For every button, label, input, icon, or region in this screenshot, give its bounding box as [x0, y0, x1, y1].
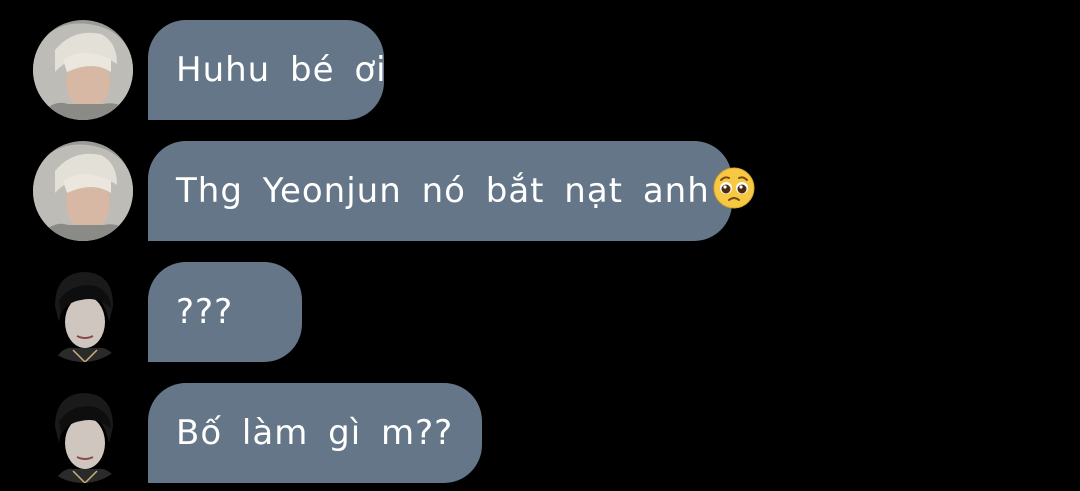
avatar[interactable] — [33, 262, 133, 362]
message-bubble[interactable]: Bố làm gì m?? — [148, 383, 482, 483]
avatar[interactable] — [33, 383, 133, 483]
message-row: Huhu bé ơi — [0, 20, 1080, 120]
message-bubble[interactable]: ??? — [148, 262, 302, 362]
avatar-dark-hair-image — [33, 383, 133, 483]
message-text: Thg Yeonjun nó bắt nạt anh — [176, 171, 710, 211]
avatar-dark-hair-image — [33, 262, 133, 362]
avatar[interactable] — [33, 141, 133, 241]
avatar-light-hair-image — [33, 20, 133, 120]
message-row: Bố làm gì m?? — [0, 383, 1080, 483]
message-text: Huhu bé ơi — [176, 50, 387, 90]
avatar-light-hair-image — [33, 141, 133, 241]
message-row: ??? — [0, 262, 1080, 362]
avatar[interactable] — [33, 20, 133, 120]
message-bubble[interactable]: Thg Yeonjun nó bắt nạt anh — [148, 141, 755, 241]
pleading-face-icon — [713, 167, 755, 209]
message-row: Thg Yeonjun nó bắt nạt anh — [0, 141, 1080, 241]
message-text: ??? — [176, 292, 234, 332]
chat-screen: Huhu bé ơi Thg Yeonjun nó bắt nạt anh ??… — [0, 0, 1080, 491]
message-text: Bố làm gì m?? — [176, 413, 454, 453]
message-bubble[interactable]: Huhu bé ơi — [148, 20, 387, 120]
